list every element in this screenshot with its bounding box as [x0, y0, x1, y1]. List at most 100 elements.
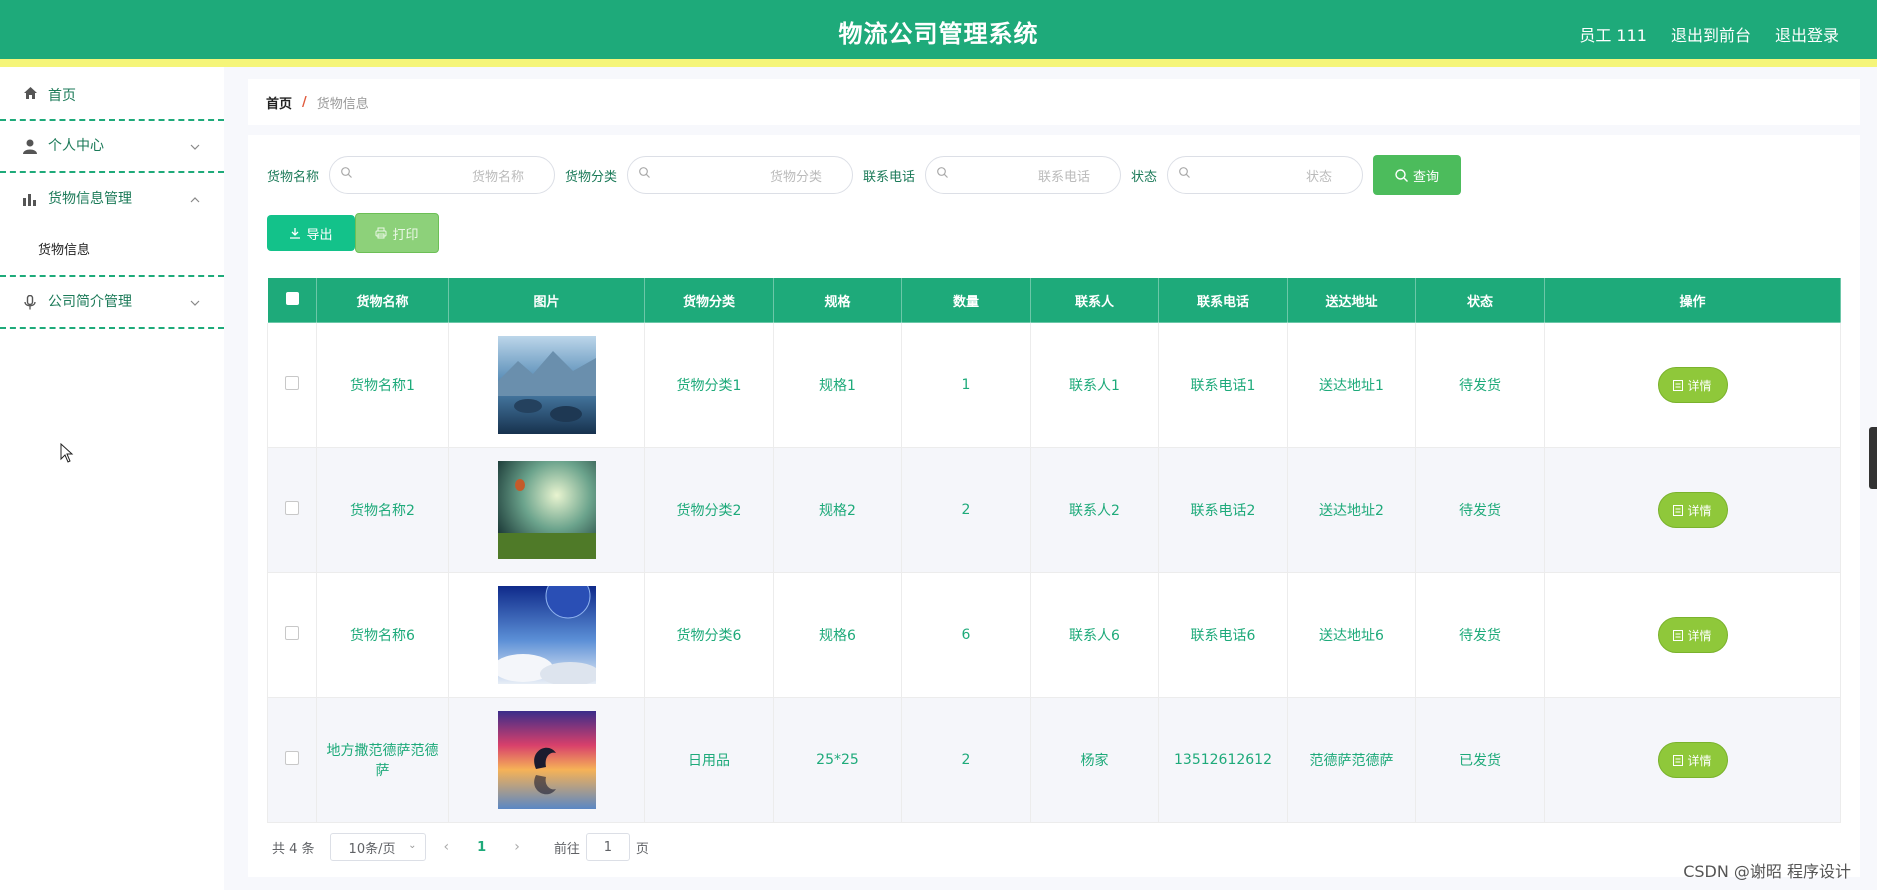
select-all-checkbox[interactable] — [285, 291, 299, 305]
cell-category: 货物分类2 — [644, 447, 774, 573]
page-number-current[interactable]: 1 — [477, 840, 486, 855]
content-card: 货物名称 货物名称 货物分类 货物分类 联系电话 联系电话 状态 状态 查询 导… — [248, 135, 1860, 877]
table-row: 货物名称1 货物分类1 规格1 1 联系人1 联系电话1 送达地址1 待发货 详… — [267, 322, 1841, 448]
column-header: 操作 — [1544, 277, 1841, 323]
detail-button-label: 详情 — [1687, 503, 1712, 518]
cell-phone: 13512612612 — [1158, 697, 1288, 823]
goods-image[interactable] — [497, 586, 596, 684]
cell-quantity: 1 — [901, 322, 1031, 448]
exit-to-front-link[interactable]: 退出到前台 — [1671, 22, 1751, 46]
detail-button-label: 详情 — [1687, 628, 1712, 643]
search-phone-label: 联系电话 — [863, 169, 916, 185]
search-bar: 货物名称 货物名称 货物分类 货物分类 联系电话 联系电话 状态 状态 查询 — [267, 155, 1462, 195]
cell-address: 送达地址2 — [1287, 447, 1416, 573]
cell-address: 送达地址1 — [1287, 322, 1416, 448]
header-links: 员工 111 退出到前台 退出登录 — [1579, 22, 1839, 46]
breadcrumb-separator: / — [302, 94, 307, 110]
scrollbar-thumb[interactable] — [1869, 427, 1877, 489]
bar-chart-icon — [22, 191, 38, 207]
row-select-cell[interactable] — [267, 697, 317, 823]
row-select-cell[interactable] — [267, 572, 317, 698]
row-checkbox[interactable] — [285, 751, 299, 765]
column-header: 联系人 — [1030, 277, 1159, 323]
search-category-input[interactable]: 货物分类 — [627, 156, 854, 194]
column-header: 图片 — [448, 277, 645, 323]
pagination: 共 4 条 10条/页 ⌄ ‹ 1 › 前往 1 页 — [272, 833, 649, 861]
search-status-label: 状态 — [1131, 169, 1158, 185]
search-icon — [639, 167, 650, 178]
select-all-cell[interactable] — [267, 277, 317, 323]
table-row: 货物名称2 货物分类2 规格2 2 联系人2 联系电话2 送达地址2 待发货 详… — [267, 447, 1841, 573]
cell-spec: 规格1 — [773, 322, 902, 448]
sidebar-item-label: 个人中心 — [48, 138, 104, 154]
cell-quantity: 6 — [901, 572, 1031, 698]
goto-suffix: 页 — [635, 841, 649, 857]
cell-actions: 详情 — [1544, 572, 1841, 698]
current-user[interactable]: 员工 111 — [1579, 22, 1647, 46]
cell-category: 货物分类1 — [644, 322, 774, 448]
cell-quantity: 2 — [901, 447, 1031, 573]
prev-page-button[interactable]: ‹ — [444, 839, 450, 855]
document-icon — [1673, 754, 1684, 766]
export-button-label: 导出 — [306, 227, 333, 243]
next-page-button[interactable]: › — [514, 839, 520, 855]
table-header-row: 货物名称 图片 货物分类 规格 数量 联系人 联系电话 送达地址 状态 操作 — [267, 277, 1841, 323]
cell-phone: 联系电话1 — [1158, 322, 1288, 448]
detail-button[interactable]: 详情 — [1657, 492, 1728, 528]
cell-name: 货物名称2 — [316, 447, 449, 573]
export-button[interactable]: 导出 — [267, 215, 355, 251]
top-header: 物流公司管理系统 员工 111 退出到前台 退出登录 — [0, 0, 1877, 67]
search-category-placeholder: 货物分类 — [770, 169, 823, 185]
row-checkbox[interactable] — [285, 501, 299, 515]
print-button[interactable]: 打印 — [355, 213, 439, 253]
home-icon — [22, 85, 38, 101]
chevron-down-icon — [190, 120, 200, 172]
logout-link[interactable]: 退出登录 — [1775, 22, 1839, 46]
row-select-cell[interactable] — [267, 322, 317, 448]
cell-category: 货物分类6 — [644, 572, 774, 698]
goods-image[interactable] — [497, 336, 596, 434]
cell-spec: 规格6 — [773, 572, 902, 698]
sidebar-item-company-intro[interactable]: 公司简介管理 — [0, 277, 224, 329]
goto-page-input[interactable]: 1 — [585, 833, 630, 861]
search-icon — [1395, 168, 1409, 182]
detail-button[interactable]: 详情 — [1657, 367, 1728, 403]
download-icon — [290, 228, 301, 239]
cell-name: 货物名称6 — [316, 572, 449, 698]
cell-phone: 联系电话2 — [1158, 447, 1288, 573]
sidebar-item-home[interactable]: 首页 — [0, 67, 224, 121]
document-icon — [1673, 504, 1684, 516]
breadcrumb-home[interactable]: 首页 — [266, 93, 292, 112]
cell-address: 范德萨范德萨 — [1287, 697, 1416, 823]
sidebar-subitem-goods-info[interactable]: 货物信息 — [0, 225, 224, 277]
goods-image[interactable] — [497, 461, 596, 559]
cell-status: 待发货 — [1415, 322, 1545, 448]
search-name-input[interactable]: 货物名称 — [329, 156, 556, 194]
chevron-down-icon: ⌄ — [408, 840, 417, 851]
search-phone-input[interactable]: 联系电话 — [925, 156, 1122, 194]
detail-button[interactable]: 详情 — [1657, 617, 1728, 653]
cell-contact: 联系人1 — [1030, 322, 1159, 448]
detail-button-label: 详情 — [1687, 378, 1712, 393]
query-button[interactable]: 查询 — [1373, 155, 1462, 195]
breadcrumb: 首页 / 货物信息 — [248, 79, 1860, 125]
row-checkbox[interactable] — [285, 626, 299, 640]
search-category-label: 货物分类 — [565, 169, 618, 185]
search-icon — [341, 167, 352, 178]
column-header: 规格 — [773, 277, 902, 323]
detail-button[interactable]: 详情 — [1657, 742, 1728, 778]
sidebar-item-goods-management[interactable]: 货物信息管理 — [0, 173, 224, 225]
mouse-cursor-icon — [60, 443, 74, 463]
row-select-cell[interactable] — [267, 447, 317, 573]
search-status-input[interactable]: 状态 — [1167, 156, 1364, 194]
goods-image[interactable] — [497, 711, 596, 809]
column-header: 货物名称 — [316, 277, 449, 323]
page-size-select[interactable]: 10条/页 ⌄ — [329, 833, 426, 861]
sidebar-item-personal-center[interactable]: 个人中心 — [0, 121, 224, 173]
action-buttons: 导出 打印 — [267, 213, 439, 253]
row-checkbox[interactable] — [285, 376, 299, 390]
column-header: 状态 — [1415, 277, 1545, 323]
column-header: 联系电话 — [1158, 277, 1288, 323]
table-row: 货物名称6 货物分类6 规格6 6 联系人6 联系电话6 送达地址6 待发货 详… — [267, 572, 1841, 698]
search-status-placeholder: 状态 — [1306, 169, 1333, 185]
